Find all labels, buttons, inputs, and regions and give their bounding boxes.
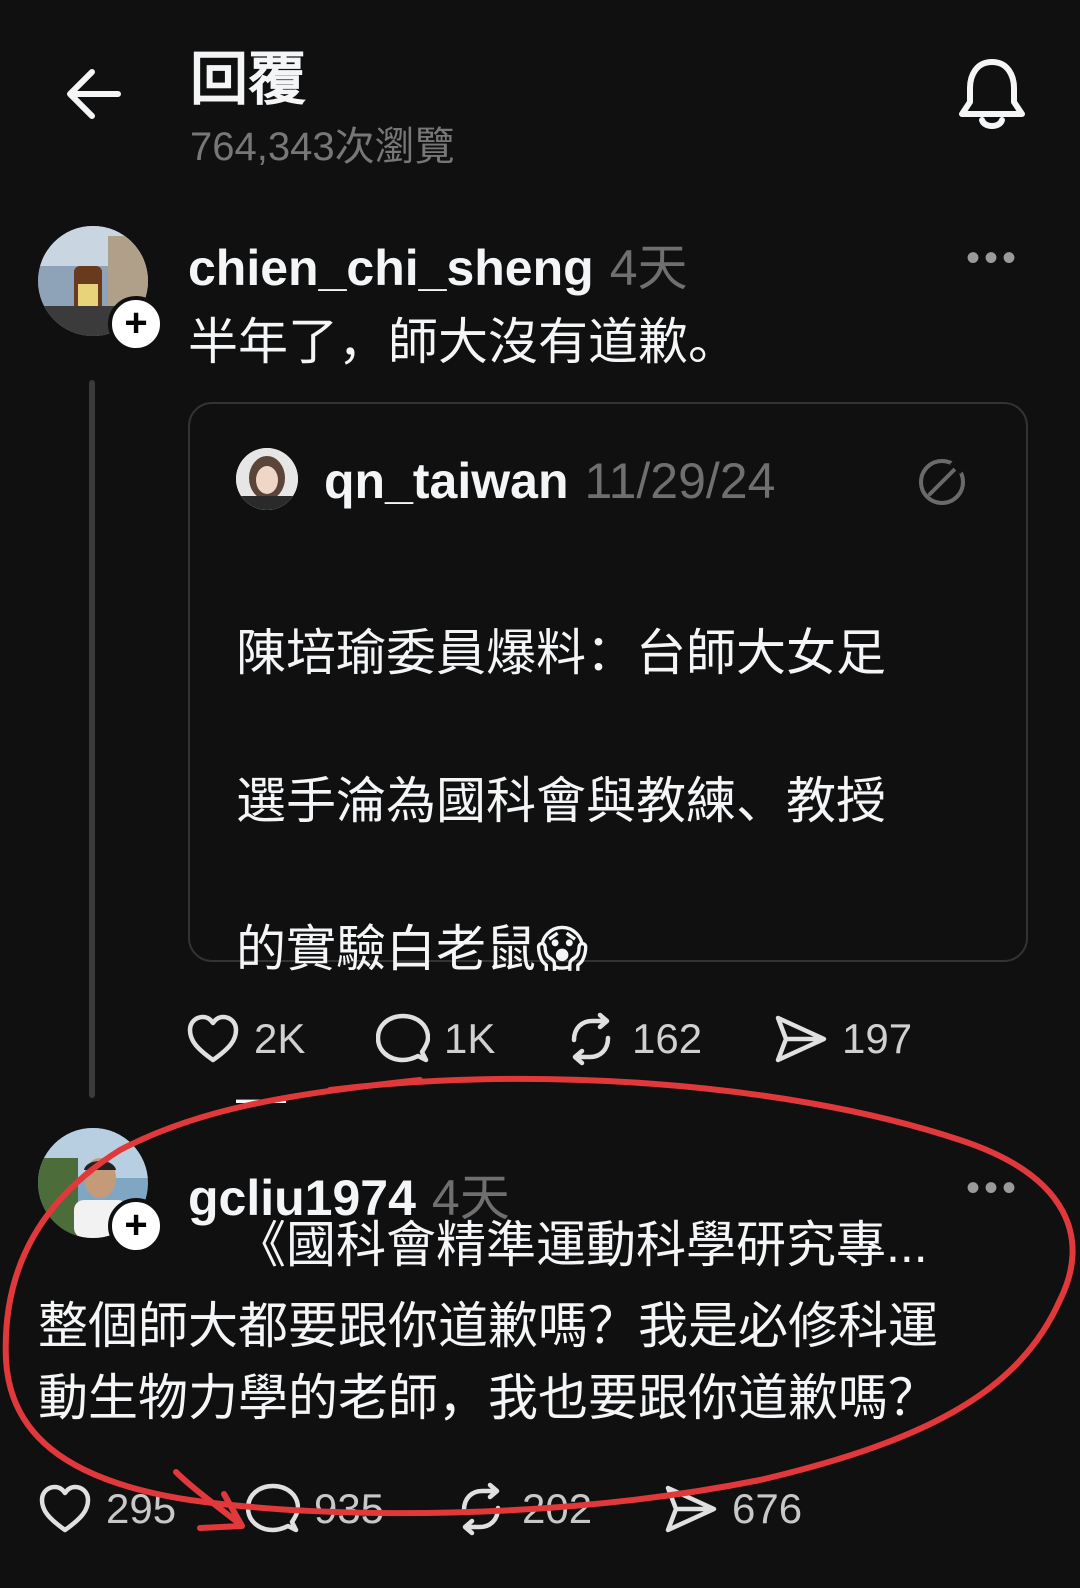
red-circle-annotation <box>2 1075 1076 1531</box>
